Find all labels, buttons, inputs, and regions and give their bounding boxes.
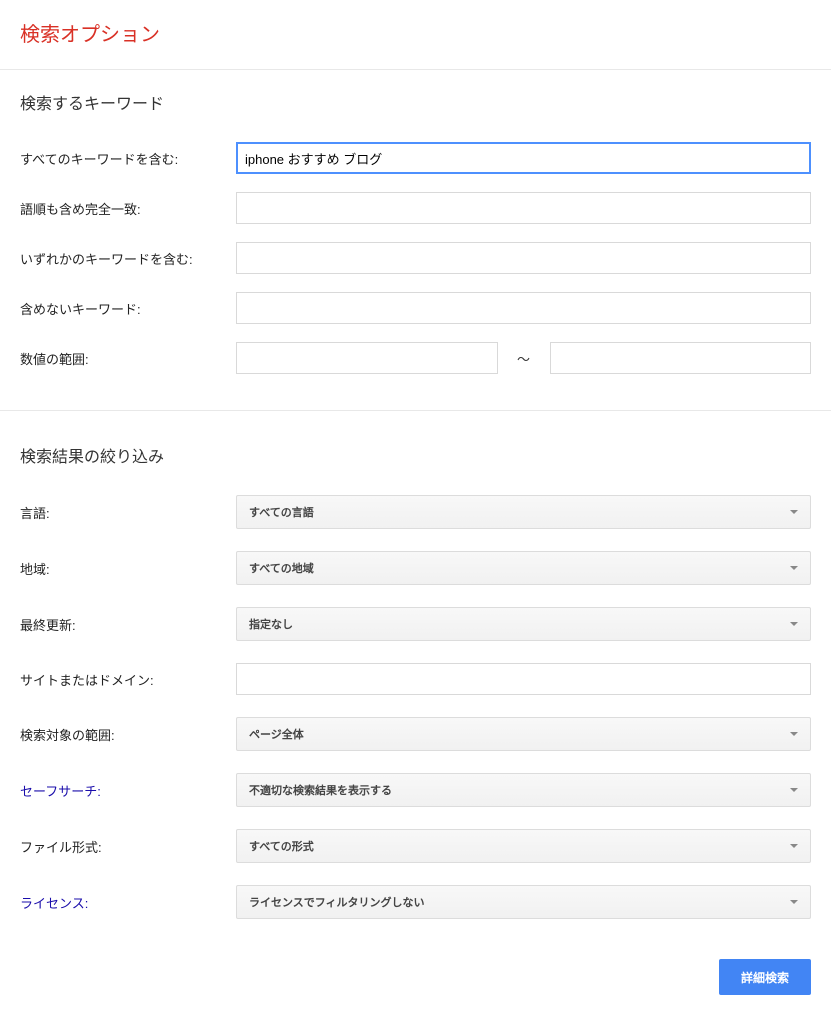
none-words-label: 含めないキーワード: <box>20 299 236 318</box>
exact-phrase-label: 語順も含め完全一致: <box>20 199 236 218</box>
file-type-row: ファイル形式: すべての形式 <box>20 829 811 863</box>
file-type-value: すべての形式 <box>249 838 314 854</box>
page-title: 検索オプション <box>0 0 831 69</box>
range-separator: 〜 <box>498 349 550 368</box>
language-select[interactable]: すべての言語 <box>236 495 811 529</box>
site-domain-row: サイトまたはドメイン: <box>20 663 811 695</box>
region-value: すべての地域 <box>249 560 314 576</box>
last-update-row: 最終更新: 指定なし <box>20 607 811 641</box>
language-label: 言語: <box>20 503 236 522</box>
search-scope-select[interactable]: ページ全体 <box>236 717 811 751</box>
region-row: 地域: すべての地域 <box>20 551 811 585</box>
safe-search-value: 不適切な検索結果を表示する <box>249 782 392 798</box>
region-label: 地域: <box>20 559 236 578</box>
refine-section: 検索結果の絞り込み 言語: すべての言語 地域: すべての地域 最終更新: 指定… <box>0 411 831 919</box>
exact-phrase-row: 語順も含め完全一致: <box>20 192 811 224</box>
all-words-label: すべてのキーワードを含む: <box>20 149 236 168</box>
none-words-input[interactable] <box>236 292 811 324</box>
safe-search-select[interactable]: 不適切な検索結果を表示する <box>236 773 811 807</box>
any-words-label: いずれかのキーワードを含む: <box>20 249 236 268</box>
advanced-search-button[interactable]: 詳細検索 <box>719 959 811 995</box>
safe-search-label[interactable]: セーフサーチ: <box>20 781 236 800</box>
file-type-label: ファイル形式: <box>20 837 236 856</box>
search-scope-label: 検索対象の範囲: <box>20 725 236 744</box>
search-scope-row: 検索対象の範囲: ページ全体 <box>20 717 811 751</box>
all-words-input[interactable] <box>236 142 811 174</box>
refine-heading: 検索結果の絞り込み <box>20 443 811 467</box>
license-label[interactable]: ライセンス: <box>20 893 236 912</box>
exact-phrase-input[interactable] <box>236 192 811 224</box>
last-update-select[interactable]: 指定なし <box>236 607 811 641</box>
any-words-input[interactable] <box>236 242 811 274</box>
search-scope-value: ページ全体 <box>249 726 304 742</box>
number-range-to-input[interactable] <box>550 342 812 374</box>
license-value: ライセンスでフィルタリングしない <box>249 894 425 910</box>
keywords-section: 検索するキーワード すべてのキーワードを含む: 語順も含め完全一致: いずれかの… <box>0 70 831 410</box>
number-range-from-input[interactable] <box>236 342 498 374</box>
none-words-row: 含めないキーワード: <box>20 292 811 324</box>
keywords-heading: 検索するキーワード <box>20 90 811 114</box>
site-domain-input[interactable] <box>236 663 811 695</box>
license-row: ライセンス: ライセンスでフィルタリングしない <box>20 885 811 919</box>
last-update-label: 最終更新: <box>20 615 236 634</box>
site-domain-label: サイトまたはドメイン: <box>20 670 236 689</box>
number-range-row: 数値の範囲: 〜 <box>20 342 811 374</box>
region-select[interactable]: すべての地域 <box>236 551 811 585</box>
last-update-value: 指定なし <box>249 616 293 632</box>
number-range-label: 数値の範囲: <box>20 349 236 368</box>
license-select[interactable]: ライセンスでフィルタリングしない <box>236 885 811 919</box>
language-value: すべての言語 <box>249 504 314 520</box>
file-type-select[interactable]: すべての形式 <box>236 829 811 863</box>
any-words-row: いずれかのキーワードを含む: <box>20 242 811 274</box>
all-words-row: すべてのキーワードを含む: <box>20 142 811 174</box>
submit-row: 詳細検索 <box>0 941 831 1015</box>
safe-search-row: セーフサーチ: 不適切な検索結果を表示する <box>20 773 811 807</box>
language-row: 言語: すべての言語 <box>20 495 811 529</box>
